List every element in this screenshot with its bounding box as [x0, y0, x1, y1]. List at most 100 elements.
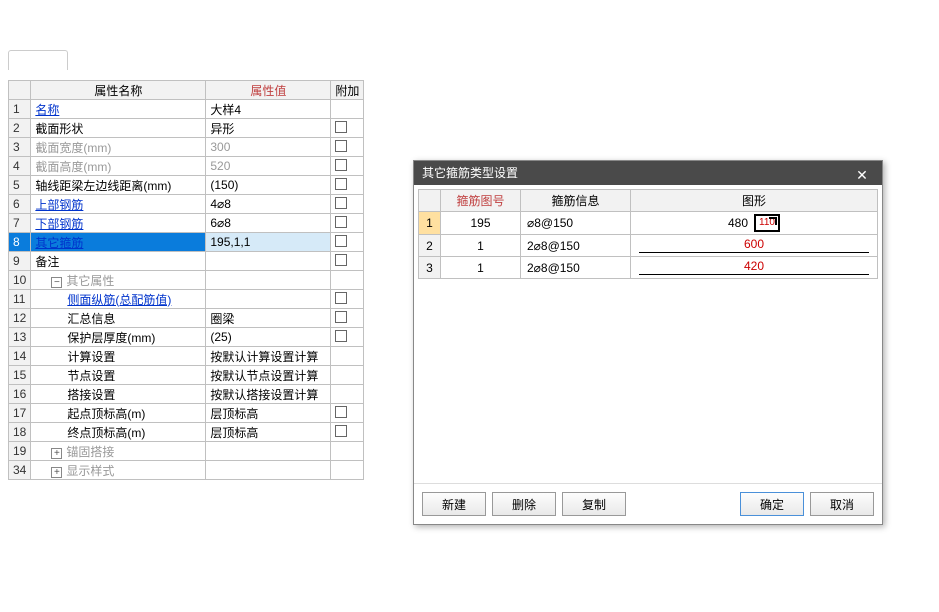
table-row[interactable]: 6上部钢筋4⌀8 — [9, 195, 364, 214]
table-row[interactable]: 10−其它属性 — [9, 271, 364, 290]
stirrup-row[interactable]: 212⌀8@150600 — [419, 235, 878, 257]
extra-cell — [331, 442, 364, 461]
extra-checkbox[interactable] — [335, 311, 347, 323]
table-row[interactable]: 17起点顶标高(m)层顶标高 — [9, 404, 364, 423]
stirrup-row[interactable]: 312⌀8@150420 — [419, 257, 878, 279]
property-value[interactable]: 按默认计算设置计算 — [206, 347, 331, 366]
extra-checkbox[interactable] — [335, 178, 347, 190]
extra-checkbox[interactable] — [335, 140, 347, 152]
stirrup-graphic[interactable]: 480110 — [631, 212, 878, 235]
table-row[interactable]: 5轴线距梁左边线距离(mm)(150) — [9, 176, 364, 195]
table-row[interactable]: 7下部钢筋6⌀8 — [9, 214, 364, 233]
stirrup-num[interactable]: 1 — [441, 235, 521, 257]
property-name: 计算设置 — [31, 347, 206, 366]
stirrup-num[interactable]: 195 — [441, 212, 521, 235]
ok-button[interactable]: 确定 — [740, 492, 804, 516]
property-name: 截面宽度(mm) — [31, 138, 206, 157]
property-name: 节点设置 — [31, 366, 206, 385]
property-name: 截面高度(mm) — [31, 157, 206, 176]
cancel-button[interactable]: 取消 — [810, 492, 874, 516]
stirrup-dialog: 其它箍筋类型设置 ✕ 箍筋图号 箍筋信息 图形 1195⌀8@150480110… — [413, 160, 883, 525]
stirrup-graphic[interactable]: 600 — [631, 235, 878, 257]
property-value[interactable]: 520 — [206, 157, 331, 176]
property-value[interactable]: 按默认搭接设置计算 — [206, 385, 331, 404]
table-row[interactable]: 16搭接设置按默认搭接设置计算 — [9, 385, 364, 404]
property-value[interactable]: 大样4 — [206, 100, 331, 119]
table-row[interactable]: 19+锚固搭接 — [9, 442, 364, 461]
extra-cell — [331, 157, 364, 176]
property-value[interactable]: 195,1,1 — [206, 233, 331, 252]
property-value[interactable]: 4⌀8 — [206, 195, 331, 214]
property-value[interactable]: 300 — [206, 138, 331, 157]
stirrup-graphic[interactable]: 420 — [631, 257, 878, 279]
header-extra: 附加 — [331, 81, 364, 100]
copy-button[interactable]: 复制 — [562, 492, 626, 516]
extra-cell — [331, 195, 364, 214]
table-row[interactable]: 8其它箍筋195,1,1 — [9, 233, 364, 252]
extra-checkbox[interactable] — [335, 216, 347, 228]
extra-checkbox[interactable] — [335, 254, 347, 266]
extra-checkbox[interactable] — [335, 425, 347, 437]
property-value[interactable]: 圈梁 — [206, 309, 331, 328]
extra-checkbox[interactable] — [335, 197, 347, 209]
extra-checkbox[interactable] — [335, 406, 347, 418]
property-name: 轴线距梁左边线距离(mm) — [31, 176, 206, 195]
row-number: 1 — [419, 212, 441, 235]
row-number: 6 — [9, 195, 31, 214]
table-row[interactable]: 34+显示样式 — [9, 461, 364, 480]
table-row[interactable]: 2截面形状异形 — [9, 119, 364, 138]
extra-cell — [331, 423, 364, 442]
stirrup-info[interactable]: ⌀8@150 — [521, 212, 631, 235]
property-value[interactable]: 层顶标高 — [206, 404, 331, 423]
row-number: 14 — [9, 347, 31, 366]
extra-cell — [331, 271, 364, 290]
table-row[interactable]: 9备注 — [9, 252, 364, 271]
extra-checkbox[interactable] — [335, 121, 347, 133]
stirrup-num[interactable]: 1 — [441, 257, 521, 279]
table-row[interactable]: 14计算设置按默认计算设置计算 — [9, 347, 364, 366]
property-value[interactable]: (150) — [206, 176, 331, 195]
property-value[interactable]: (25) — [206, 328, 331, 347]
stirrup-info[interactable]: 2⌀8@150 — [521, 257, 631, 279]
row-number: 8 — [9, 233, 31, 252]
extra-checkbox[interactable] — [335, 235, 347, 247]
extra-checkbox[interactable] — [335, 330, 347, 342]
property-name: 保护层厚度(mm) — [31, 328, 206, 347]
property-value[interactable] — [206, 290, 331, 309]
expand-icon[interactable]: + — [51, 448, 62, 459]
collapse-icon[interactable]: − — [51, 277, 62, 288]
property-value[interactable] — [206, 461, 331, 480]
row-number: 12 — [9, 309, 31, 328]
table-row[interactable]: 3截面宽度(mm)300 — [9, 138, 364, 157]
row-number: 3 — [9, 138, 31, 157]
property-value[interactable]: 按默认节点设置计算 — [206, 366, 331, 385]
stirrup-info[interactable]: 2⌀8@150 — [521, 235, 631, 257]
property-value[interactable]: 异形 — [206, 119, 331, 138]
extra-cell — [331, 309, 364, 328]
table-row[interactable]: 13保护层厚度(mm)(25) — [9, 328, 364, 347]
row-number: 7 — [9, 214, 31, 233]
table-row[interactable]: 18终点顶标高(m)层顶标高 — [9, 423, 364, 442]
new-button[interactable]: 新建 — [422, 492, 486, 516]
stirrup-row[interactable]: 1195⌀8@150480110 — [419, 212, 878, 235]
property-value[interactable] — [206, 442, 331, 461]
table-row[interactable]: 11侧面纵筋(总配筋值) — [9, 290, 364, 309]
close-icon[interactable]: ✕ — [850, 163, 874, 183]
table-row[interactable]: 12汇总信息圈梁 — [9, 309, 364, 328]
dialog-title-text: 其它箍筋类型设置 — [422, 161, 518, 185]
table-row[interactable]: 1名称大样4 — [9, 100, 364, 119]
extra-checkbox[interactable] — [335, 159, 347, 171]
delete-button[interactable]: 删除 — [492, 492, 556, 516]
tab-stub[interactable] — [8, 50, 68, 70]
property-value[interactable]: 6⌀8 — [206, 214, 331, 233]
extra-checkbox[interactable] — [335, 292, 347, 304]
table-row[interactable]: 15节点设置按默认节点设置计算 — [9, 366, 364, 385]
property-name: −其它属性 — [31, 271, 206, 290]
stirrup-shape-icon: 110 — [754, 214, 780, 232]
property-value[interactable] — [206, 271, 331, 290]
expand-icon[interactable]: + — [51, 467, 62, 478]
property-value[interactable] — [206, 252, 331, 271]
property-value[interactable]: 层顶标高 — [206, 423, 331, 442]
table-row[interactable]: 4截面高度(mm)520 — [9, 157, 364, 176]
extra-cell — [331, 176, 364, 195]
